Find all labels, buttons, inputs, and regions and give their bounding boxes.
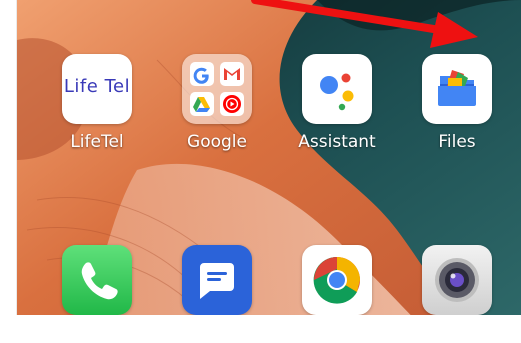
chrome-icon [302,245,372,315]
app-label-files: Files [438,132,476,152]
dock-camera[interactable] [402,245,512,315]
app-assistant[interactable]: Assistant [282,54,392,152]
bottom-margin [0,315,521,343]
messages-icon [182,245,252,315]
phone-icon [62,245,132,315]
dock-chrome[interactable] [282,245,392,315]
lifetel-logo-icon: Life Tel [62,54,132,124]
lifetel-logo-text: Life Tel [63,76,131,97]
folder-google[interactable]: Google [162,54,272,152]
files-icon [422,54,492,124]
app-label-google: Google [187,132,247,152]
app-label-assistant: Assistant [298,132,376,152]
camera-icon [422,245,492,315]
home-screen: Life Tel LifeTel Google Assistant Files [0,0,521,343]
app-lifetel[interactable]: Life Tel LifeTel [42,54,152,152]
app-files[interactable]: Files [402,54,512,152]
dock-phone[interactable] [42,245,152,315]
assistant-icon [302,54,372,124]
app-label-lifetel: LifeTel [70,132,124,152]
google-folder-icon [182,54,252,124]
dock-messages[interactable] [162,245,272,315]
